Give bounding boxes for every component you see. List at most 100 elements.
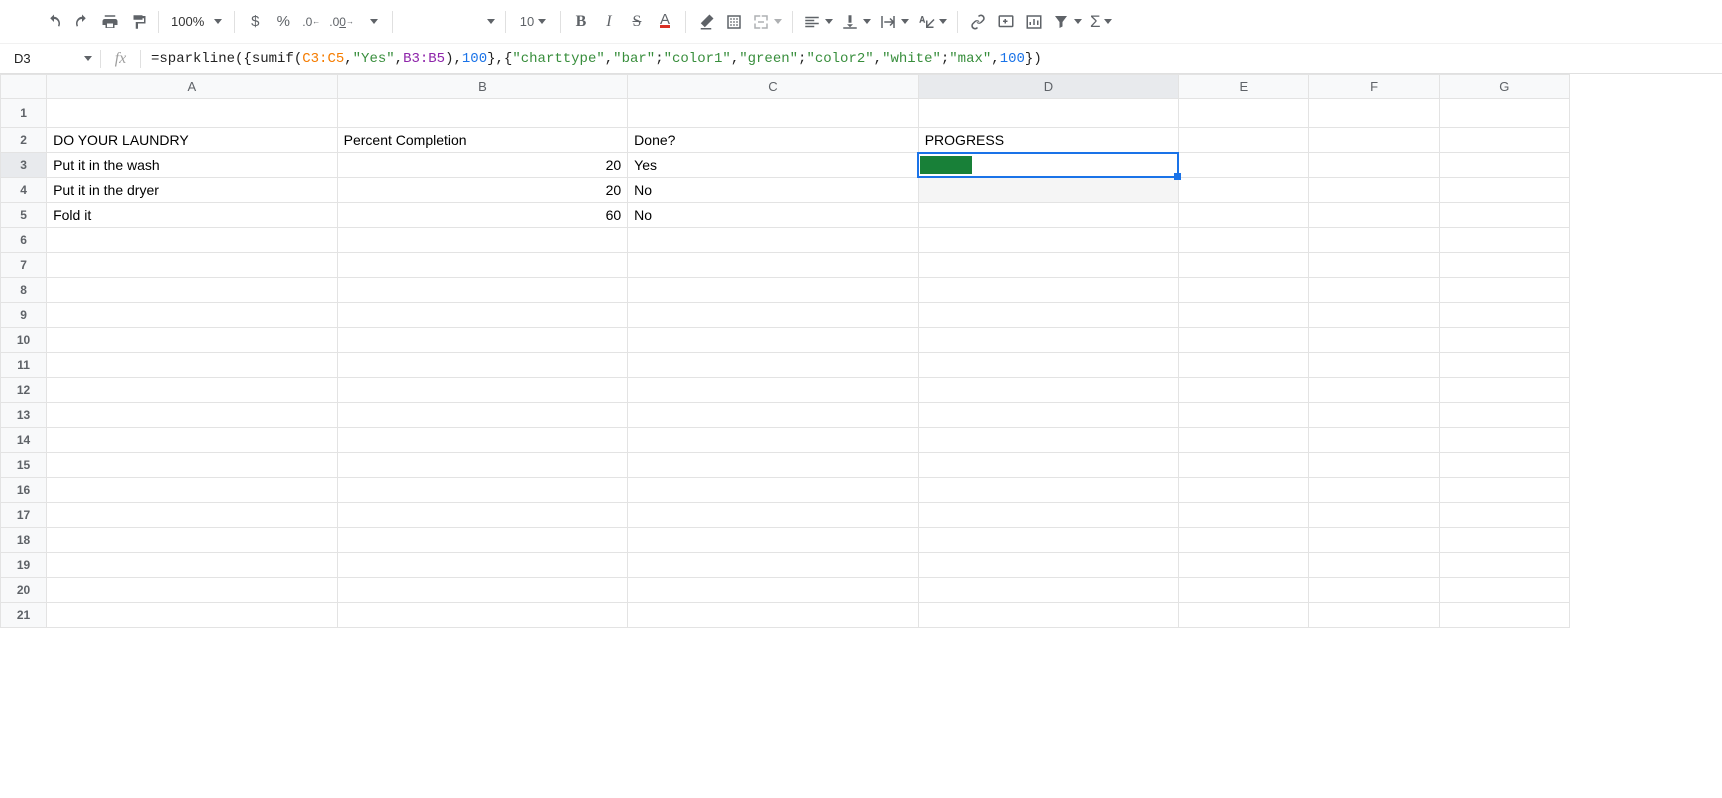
text-color-button[interactable]: A	[651, 8, 679, 36]
functions-button[interactable]: Σ	[1086, 8, 1117, 36]
cell-E7[interactable]	[1179, 253, 1309, 278]
row-header-5[interactable]: 5	[1, 203, 47, 228]
cell-F13[interactable]	[1309, 403, 1439, 428]
cell-G7[interactable]	[1439, 253, 1569, 278]
cell-A18[interactable]	[47, 528, 338, 553]
cell-E6[interactable]	[1179, 228, 1309, 253]
row-header-15[interactable]: 15	[1, 453, 47, 478]
cell-C12[interactable]	[628, 378, 919, 403]
cell-B6[interactable]	[337, 228, 628, 253]
cell-C6[interactable]	[628, 228, 919, 253]
cell-E4[interactable]	[1179, 178, 1309, 203]
cell-E17[interactable]	[1179, 503, 1309, 528]
cell-B11[interactable]	[337, 353, 628, 378]
spreadsheet-grid[interactable]: A B C D E F G 12DO YOUR LAUNDRYPercent C…	[0, 74, 1722, 628]
column-header-e[interactable]: E	[1179, 75, 1309, 99]
cell-E21[interactable]	[1179, 603, 1309, 628]
cell-A15[interactable]	[47, 453, 338, 478]
cell-C21[interactable]	[628, 603, 919, 628]
cell-B20[interactable]	[337, 578, 628, 603]
row-header-8[interactable]: 8	[1, 278, 47, 303]
cell-E3[interactable]	[1179, 153, 1309, 178]
cell-E12[interactable]	[1179, 378, 1309, 403]
column-header-a[interactable]: A	[47, 75, 338, 99]
cell-C15[interactable]	[628, 453, 919, 478]
cell-C9[interactable]	[628, 303, 919, 328]
column-header-c[interactable]: C	[628, 75, 919, 99]
cell-C16[interactable]	[628, 478, 919, 503]
cell-A5[interactable]: Fold it	[47, 203, 338, 228]
cell-D14[interactable]	[918, 428, 1178, 453]
format-currency-button[interactable]: $	[241, 8, 269, 36]
cell-F5[interactable]	[1309, 203, 1439, 228]
cell-G10[interactable]	[1439, 328, 1569, 353]
cell-F12[interactable]	[1309, 378, 1439, 403]
cell-F1[interactable]	[1309, 99, 1439, 128]
cell-D8[interactable]	[918, 278, 1178, 303]
cell-B2[interactable]: Percent Completion	[337, 128, 628, 153]
cell-G12[interactable]	[1439, 378, 1569, 403]
cell-F17[interactable]	[1309, 503, 1439, 528]
cell-G14[interactable]	[1439, 428, 1569, 453]
italic-button[interactable]: I	[595, 8, 623, 36]
cell-E2[interactable]	[1179, 128, 1309, 153]
cell-C10[interactable]	[628, 328, 919, 353]
cell-A20[interactable]	[47, 578, 338, 603]
cell-D20[interactable]	[918, 578, 1178, 603]
row-header-21[interactable]: 21	[1, 603, 47, 628]
cell-B14[interactable]	[337, 428, 628, 453]
cell-C14[interactable]	[628, 428, 919, 453]
cell-D9[interactable]	[918, 303, 1178, 328]
font-family-dropdown[interactable]	[399, 8, 499, 36]
cell-D5[interactable]	[918, 203, 1178, 228]
column-header-b[interactable]: B	[337, 75, 628, 99]
cell-D1[interactable]	[918, 99, 1178, 128]
fill-color-button[interactable]	[692, 8, 720, 36]
cell-F10[interactable]	[1309, 328, 1439, 353]
row-header-19[interactable]: 19	[1, 553, 47, 578]
row-header-20[interactable]: 20	[1, 578, 47, 603]
cell-F11[interactable]	[1309, 353, 1439, 378]
row-header-14[interactable]: 14	[1, 428, 47, 453]
zoom-dropdown[interactable]: 100%	[165, 14, 228, 29]
cell-D15[interactable]	[918, 453, 1178, 478]
cell-D12[interactable]	[918, 378, 1178, 403]
cell-E5[interactable]	[1179, 203, 1309, 228]
cell-E20[interactable]	[1179, 578, 1309, 603]
row-header-6[interactable]: 6	[1, 228, 47, 253]
cell-G1[interactable]	[1439, 99, 1569, 128]
decrease-decimal-button[interactable]: .0←	[297, 8, 325, 36]
insert-chart-button[interactable]	[1020, 8, 1048, 36]
strikethrough-button[interactable]: S	[623, 8, 651, 36]
borders-button[interactable]	[720, 8, 748, 36]
cell-B4[interactable]: 20	[337, 178, 628, 203]
cell-A12[interactable]	[47, 378, 338, 403]
cell-C11[interactable]	[628, 353, 919, 378]
cell-C5[interactable]: No	[628, 203, 919, 228]
cell-C3[interactable]: Yes	[628, 153, 919, 178]
cell-B19[interactable]	[337, 553, 628, 578]
cell-A13[interactable]	[47, 403, 338, 428]
insert-link-button[interactable]	[964, 8, 992, 36]
cell-G19[interactable]	[1439, 553, 1569, 578]
cell-B8[interactable]	[337, 278, 628, 303]
cell-G15[interactable]	[1439, 453, 1569, 478]
cell-C20[interactable]	[628, 578, 919, 603]
print-button[interactable]	[96, 8, 124, 36]
column-header-d[interactable]: D	[918, 75, 1178, 99]
cell-A6[interactable]	[47, 228, 338, 253]
cell-E15[interactable]	[1179, 453, 1309, 478]
cell-A11[interactable]	[47, 353, 338, 378]
cell-C7[interactable]	[628, 253, 919, 278]
cell-B1[interactable]	[337, 99, 628, 128]
cell-E16[interactable]	[1179, 478, 1309, 503]
cell-G5[interactable]	[1439, 203, 1569, 228]
cell-D2[interactable]: PROGRESS	[918, 128, 1178, 153]
cell-D18[interactable]	[918, 528, 1178, 553]
cell-D6[interactable]	[918, 228, 1178, 253]
select-all-corner[interactable]	[1, 75, 47, 99]
cell-B12[interactable]	[337, 378, 628, 403]
cell-C13[interactable]	[628, 403, 919, 428]
cell-D17[interactable]	[918, 503, 1178, 528]
cell-B15[interactable]	[337, 453, 628, 478]
